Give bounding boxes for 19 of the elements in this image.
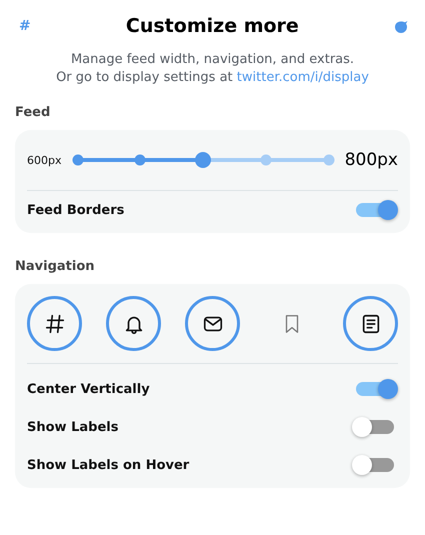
- toggle-label: Center Vertically: [27, 382, 150, 396]
- display-settings-link[interactable]: twitter.com/i/display: [236, 70, 369, 85]
- nav-item-button[interactable]: [185, 296, 240, 351]
- hashtag-icon: [44, 312, 66, 334]
- description-text: Or go to display settings at twitter.com/i/display: [56, 70, 369, 85]
- toggle-label: Show Labels: [27, 420, 118, 434]
- description-text: Manage feed width, navigation, and extras.: [70, 52, 354, 67]
- page-title: Customize more: [126, 15, 299, 37]
- nav-item-button[interactable]: [27, 296, 82, 351]
- section-heading: Feed: [15, 105, 52, 120]
- section-heading: Navigation: [15, 259, 96, 274]
- hash-logo: #: [19, 18, 31, 34]
- toggle-label: Feed Borders: [27, 202, 124, 218]
- nav-item-button[interactable]: [106, 296, 161, 351]
- width-value: 800px: [344, 150, 398, 170]
- nav-item-button[interactable]: [343, 296, 398, 351]
- min-width-label: 600px: [27, 154, 62, 166]
- bird-icon: [394, 19, 408, 33]
- toggle-label: Show Labels on Hover: [27, 458, 190, 472]
